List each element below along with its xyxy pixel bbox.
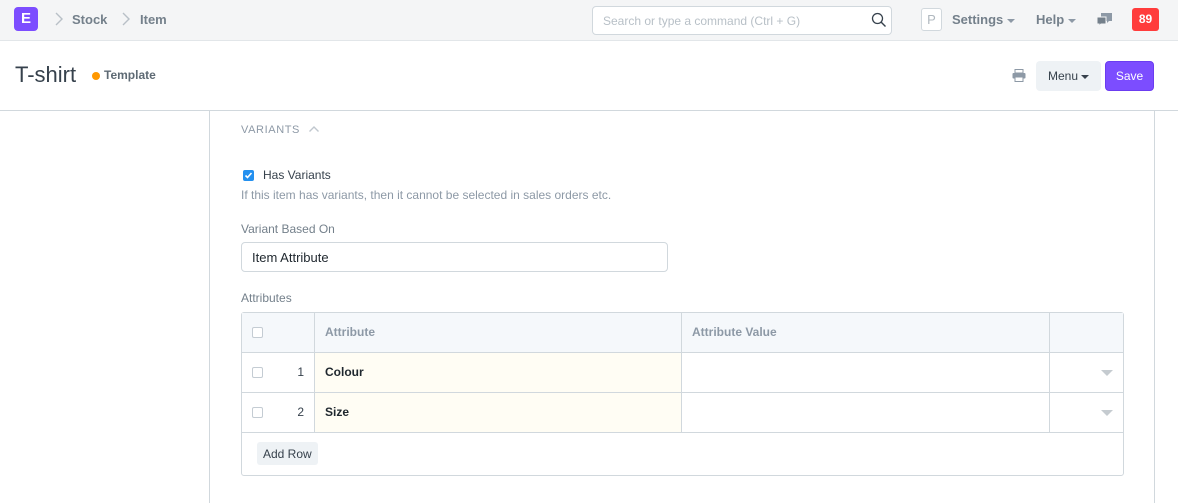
row-index: 2 xyxy=(297,405,304,419)
breadcrumb-stock[interactable]: Stock xyxy=(72,12,107,27)
select-all-checkbox[interactable] xyxy=(252,327,263,338)
settings-label: Settings xyxy=(952,12,1004,27)
attributes-table: Attribute Attribute Value 1 Colour 2 Siz… xyxy=(241,312,1124,476)
avatar[interactable]: P xyxy=(921,8,942,31)
caret-down-icon xyxy=(1081,74,1090,79)
chat-icon[interactable] xyxy=(1096,12,1113,28)
attribute-cell[interactable]: Colour xyxy=(315,353,682,392)
attribute-cell[interactable]: Size xyxy=(315,393,682,432)
settings-dropdown[interactable]: Settings xyxy=(952,12,1016,27)
form-card: VARIANTS Has Variants If this item has v… xyxy=(209,111,1155,503)
page-title: T-shirt xyxy=(15,62,77,87)
help-label: Help xyxy=(1036,12,1065,27)
navbar: E Stock Item P Settings Help 89 xyxy=(0,0,1178,41)
table-row[interactable]: 1 Colour xyxy=(242,353,1123,393)
row-dropdown-icon[interactable] xyxy=(1101,370,1113,376)
status-indicator-dot xyxy=(92,72,100,80)
table-row[interactable]: 2 Size xyxy=(242,393,1123,433)
caret-down-icon xyxy=(1068,18,1077,23)
attribute-value-cell[interactable] xyxy=(682,393,1050,432)
variant-based-on-field[interactable] xyxy=(241,242,668,272)
row-index: 1 xyxy=(297,365,304,379)
menu-label: Menu xyxy=(1047,69,1079,83)
add-row-button[interactable]: Add Row xyxy=(257,442,318,465)
row-checkbox[interactable] xyxy=(252,407,263,418)
help-dropdown[interactable]: Help xyxy=(1036,12,1077,27)
section-title-variants[interactable]: VARIANTS xyxy=(241,124,300,136)
status-badge: Template xyxy=(104,68,156,82)
checkmark-icon xyxy=(244,172,253,179)
chevron-up-icon[interactable] xyxy=(308,125,320,133)
table-header: Attribute Attribute Value xyxy=(242,313,1123,353)
search-input[interactable] xyxy=(592,6,892,35)
page-head: T-shirt Template Menu Save xyxy=(0,41,1178,111)
print-icon[interactable] xyxy=(1012,69,1026,82)
save-button[interactable]: Save xyxy=(1105,61,1154,91)
chevron-right-icon xyxy=(55,12,63,26)
row-dropdown-icon[interactable] xyxy=(1101,410,1113,416)
table-footer: Add Row xyxy=(242,433,1123,475)
has-variants-checkbox[interactable] xyxy=(243,170,254,181)
attribute-value-cell[interactable] xyxy=(682,353,1050,392)
row-checkbox[interactable] xyxy=(252,367,263,378)
has-variants-help: If this item has variants, then it canno… xyxy=(241,188,612,202)
breadcrumb-item[interactable]: Item xyxy=(140,12,167,27)
notification-badge[interactable]: 89 xyxy=(1132,8,1159,31)
column-header-attribute-value: Attribute Value xyxy=(682,313,1050,352)
menu-button[interactable]: Menu xyxy=(1036,61,1101,91)
variant-based-on-label: Variant Based On xyxy=(241,222,335,236)
app-logo[interactable]: E xyxy=(14,7,38,31)
search-icon[interactable] xyxy=(871,12,887,28)
chevron-right-icon xyxy=(122,12,130,26)
caret-down-icon xyxy=(1007,18,1016,23)
has-variants-label: Has Variants xyxy=(263,168,331,182)
attributes-label: Attributes xyxy=(241,291,292,305)
column-header-attribute: Attribute xyxy=(315,313,682,352)
